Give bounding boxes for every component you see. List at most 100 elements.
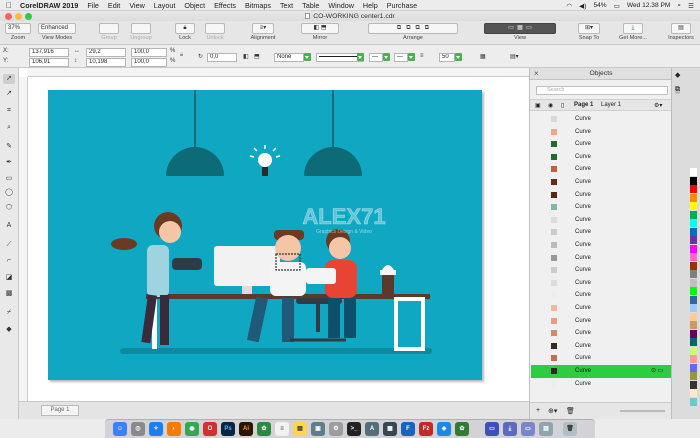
vertical-ruler[interactable] [19,77,28,401]
new-layer-icon[interactable]: + [536,407,540,414]
palette-swatch[interactable] [690,346,697,355]
layer-view-icon[interactable]: ▣ [535,102,541,109]
palette-swatch[interactable] [690,295,697,304]
menu-table[interactable]: Table [302,1,319,10]
to-front-icon[interactable]: ▤▾ [510,53,519,60]
object-row[interactable]: Curve [531,289,671,302]
safari-icon[interactable]: ✧ [149,422,163,436]
object-row[interactable]: Curve [531,226,671,239]
artboard-page[interactable]: ALEX71 Graphics Design & Video [48,90,482,380]
object-row[interactable]: Curve [531,352,671,365]
zoom-slider[interactable] [620,410,665,412]
shadow-tool-icon[interactable]: ◪ [3,273,15,283]
zoom-select[interactable]: 37% [5,23,31,34]
horizontal-ruler[interactable] [28,68,529,77]
object-row[interactable]: Curve [531,201,671,214]
object-row[interactable]: Curve [531,277,671,290]
palette-swatch[interactable] [690,219,697,227]
objects-search-input[interactable]: Search [536,86,668,95]
view-buttons[interactable]: ▭ ▦ ▭ [484,23,556,34]
object-row[interactable]: Curve [531,126,671,139]
polygon-tool-icon[interactable]: ⬡ [3,203,15,213]
transparency-tool-icon[interactable]: ▩ [3,289,15,299]
palette-swatch[interactable] [690,363,697,372]
angle-field[interactable]: 0,0 [207,53,237,62]
zoom-window-button[interactable] [25,13,32,20]
menu-object[interactable]: Object [184,1,205,10]
menu-effects[interactable]: Effects [214,1,236,10]
object-row[interactable]: Curve [531,176,671,189]
object-row[interactable]: Curve [531,302,671,315]
fill-dropdown-button[interactable] [304,53,311,61]
x-position-field[interactable]: 137,916 [29,48,69,57]
menu-edit[interactable]: Edit [108,1,120,10]
outline-width-dropdown-button[interactable] [455,53,462,61]
menu-text[interactable]: Text [280,1,293,10]
text-tool-icon[interactable]: A [3,221,15,231]
start-arrow-dropdown-button[interactable] [383,53,390,61]
app-store-icon[interactable]: A [365,422,379,436]
crop-tool-icon[interactable]: ⌗ [3,106,15,116]
palette-swatch[interactable] [690,210,697,219]
arrange-buttons[interactable]: ⧉ ⧉ ⧉ ⧉ [368,23,458,34]
palette-swatch[interactable] [690,253,697,261]
menu-layout[interactable]: Layout [154,1,176,10]
menu-help[interactable]: Help [363,1,378,10]
object-row[interactable]: Curve [531,151,671,164]
new-master-layer-icon[interactable]: ⊕▾ [548,407,557,415]
y-position-field[interactable]: 106,91 [29,58,69,67]
palette-swatch[interactable] [690,312,697,321]
alignment-button[interactable]: ≡▾ [252,23,274,34]
palette-swatch[interactable] [690,397,697,406]
fill-field[interactable]: None [274,53,304,62]
illustrator-icon[interactable]: Ai [239,422,253,436]
system-preferences-icon[interactable]: ⚙ [329,422,343,436]
coreldraw-icon[interactable]: ✿ [257,422,271,436]
font-book-icon[interactable]: F [401,422,415,436]
freehand-tool-icon[interactable]: ✎ [3,142,15,152]
close-window-button[interactable] [5,13,12,20]
objects-docker-tab-icon[interactable]: ⧉ [675,86,680,94]
palette-swatch[interactable] [690,372,697,380]
objects-page-row[interactable]: ▣ ◉ ▯ Page 1 Layer 1 ⚙▾ [530,99,672,111]
wifi-icon[interactable]: ◠ [566,2,572,10]
palette-swatch[interactable] [690,355,697,363]
vpn-icon[interactable]: ◈ [437,422,451,436]
palette-swatch[interactable] [690,329,697,338]
rectangle-tool-icon[interactable]: ▭ [3,174,15,184]
menu-list-icon[interactable]: ☰ [688,2,694,10]
palette-swatch[interactable] [690,236,697,244]
palette-swatch[interactable] [690,389,697,397]
object-row[interactable]: Curve [531,214,671,227]
coreldraw-active-icon[interactable]: ✿ [455,422,469,436]
clock[interactable]: Wed 12.38 PM [627,2,671,9]
ungroup-button[interactable] [131,23,151,34]
object-row[interactable]: Curve [531,252,671,265]
scale-x-field[interactable]: 100,0 [131,48,167,57]
height-field[interactable]: 10,198 [86,58,126,67]
folder-icon[interactable]: ▭ [485,422,499,436]
artistic-media-icon[interactable]: ✒ [3,158,15,168]
object-row[interactable]: Curve [531,315,671,328]
notes-icon[interactable]: ≡ [275,422,289,436]
object-row[interactable]: Curve [531,327,671,340]
chrome-icon[interactable]: ◉ [185,422,199,436]
palette-swatch[interactable] [690,244,697,253]
palette-swatch[interactable] [690,278,697,287]
apple-icon[interactable]:  [6,1,12,10]
shape-tool-icon[interactable]: ↗ [3,89,15,99]
mirror-buttons[interactable]: ◧ ⬒ [301,23,339,34]
wrap-text-icon[interactable]: ▦ [480,53,486,60]
delete-icon[interactable]: 🗑︎ [566,407,575,415]
finder-icon[interactable]: ☺ [113,422,127,436]
palette-swatch[interactable] [690,321,697,329]
snap-button[interactable]: ⊞▾ [578,23,600,34]
preview-icon[interactable]: ▣ [311,422,325,436]
lock-ratio-icon[interactable]: 🔒︎ [180,52,183,59]
gear-icon[interactable]: ⚙▾ [654,102,662,109]
palette-swatch[interactable] [690,168,697,176]
eyedropper-tool-icon[interactable]: ⌿ [3,308,15,318]
palette-swatch[interactable] [690,193,697,202]
photoshop-icon[interactable]: Ps [221,422,235,436]
end-arrow-dropdown-button[interactable] [408,53,415,61]
